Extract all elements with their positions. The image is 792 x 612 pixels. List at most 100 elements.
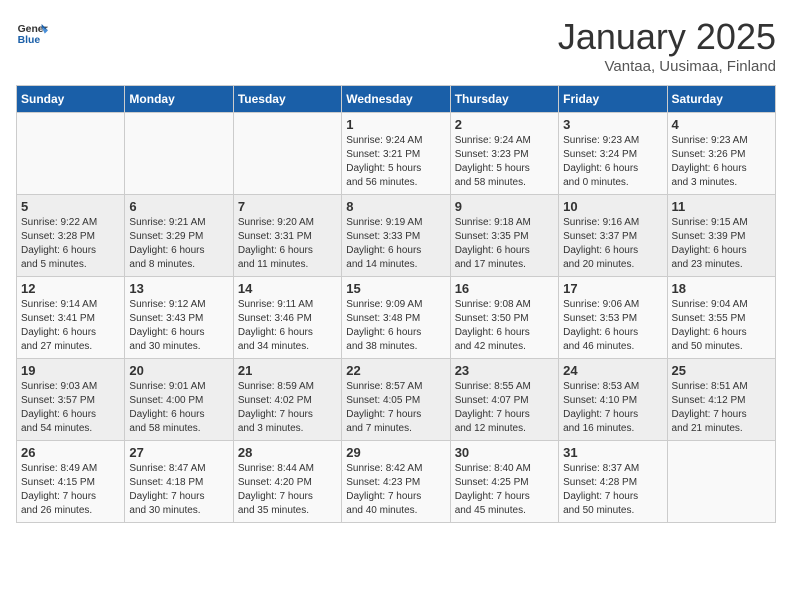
location-title: Vantaa, Uusimaa, Finland [558, 58, 776, 75]
day-number: 12 [21, 281, 120, 296]
calendar-cell: 20Sunrise: 9:01 AM Sunset: 4:00 PM Dayli… [125, 359, 233, 441]
day-number: 15 [346, 281, 445, 296]
day-info: Sunrise: 8:44 AM Sunset: 4:20 PM Dayligh… [238, 462, 337, 518]
calendar-cell: 3 Sunrise: 9:23 AM Sunset: 3:24 PM Daylig… [559, 113, 667, 195]
day-number: 30 [455, 445, 554, 460]
day-info: Sunrise: 9:01 AM Sunset: 4:00 PM Dayligh… [129, 380, 228, 436]
day-info: Sunrise: 8:49 AM Sunset: 4:15 PM Dayligh… [21, 462, 120, 518]
day-info: Sunrise: 9:06 AM Sunset: 3:53 PM Dayligh… [563, 298, 662, 354]
day-info: Sunrise: 9:23 AM Sunset: 3:26 PM Dayligh… [672, 134, 771, 190]
calendar-week-5: 26 Sunrise: 8:49 AM Sunset: 4:15 PM Dayli… [17, 441, 776, 523]
day-info: Sunrise: 9:21 AM Sunset: 3:29 PM Dayligh… [129, 216, 228, 272]
day-number: 13 [129, 281, 228, 296]
day-number: 11 [672, 199, 771, 214]
page-header: General Blue January 2025 Vantaa, Uusima… [16, 16, 776, 75]
day-number: 4 [672, 117, 771, 132]
calendar-cell [667, 441, 775, 523]
day-info: Sunrise: 9:22 AM Sunset: 3:28 PM Dayligh… [21, 216, 120, 272]
calendar-cell [17, 113, 125, 195]
calendar-cell: 11 Sunrise: 9:15 AM Sunset: 3:39 PM Dayli… [667, 195, 775, 277]
day-number: 18 [672, 281, 771, 296]
calendar-week-2: 5 Sunrise: 9:22 AM Sunset: 3:28 PM Daylig… [17, 195, 776, 277]
calendar-cell: 29Sunrise: 8:42 AM Sunset: 4:23 PM Dayli… [342, 441, 450, 523]
calendar-cell [233, 113, 341, 195]
day-info: Sunrise: 9:24 AM Sunset: 3:23 PM Dayligh… [455, 134, 554, 190]
calendar-cell: 13Sunrise: 9:12 AM Sunset: 3:43 PM Dayli… [125, 277, 233, 359]
day-number: 25 [672, 363, 771, 378]
day-number: 3 [563, 117, 662, 132]
day-number: 14 [238, 281, 337, 296]
day-number: 27 [129, 445, 228, 460]
day-number: 23 [455, 363, 554, 378]
day-number: 8 [346, 199, 445, 214]
calendar-cell: 16 Sunrise: 9:08 AM Sunset: 3:50 PM Dayli… [450, 277, 558, 359]
calendar-cell: 19Sunrise: 9:03 AM Sunset: 3:57 PM Dayli… [17, 359, 125, 441]
day-number: 26 [21, 445, 120, 460]
day-info: Sunrise: 9:18 AM Sunset: 3:35 PM Dayligh… [455, 216, 554, 272]
calendar-cell: 23 Sunrise: 8:55 AM Sunset: 4:07 PM Dayli… [450, 359, 558, 441]
day-number: 5 [21, 199, 120, 214]
calendar-week-4: 19Sunrise: 9:03 AM Sunset: 3:57 PM Dayli… [17, 359, 776, 441]
calendar-header: SundayMondayTuesdayWednesdayThursdayFrid… [17, 86, 776, 113]
calendar-cell: 17Sunrise: 9:06 AM Sunset: 3:53 PM Dayli… [559, 277, 667, 359]
calendar-cell: 28 Sunrise: 8:44 AM Sunset: 4:20 PM Dayli… [233, 441, 341, 523]
day-info: Sunrise: 9:20 AM Sunset: 3:31 PM Dayligh… [238, 216, 337, 272]
weekday-header-thursday: Thursday [450, 86, 558, 113]
weekday-header-friday: Friday [559, 86, 667, 113]
day-number: 1 [346, 117, 445, 132]
day-info: Sunrise: 8:40 AM Sunset: 4:25 PM Dayligh… [455, 462, 554, 518]
calendar-cell [125, 113, 233, 195]
day-info: Sunrise: 9:09 AM Sunset: 3:48 PM Dayligh… [346, 298, 445, 354]
svg-text:Blue: Blue [18, 35, 41, 46]
day-number: 9 [455, 199, 554, 214]
title-area: January 2025 Vantaa, Uusimaa, Finland [558, 16, 776, 75]
calendar-cell: 21 Sunrise: 8:59 AM Sunset: 4:02 PM Dayli… [233, 359, 341, 441]
day-info: Sunrise: 8:55 AM Sunset: 4:07 PM Dayligh… [455, 380, 554, 436]
weekday-header-tuesday: Tuesday [233, 86, 341, 113]
day-info: Sunrise: 9:14 AM Sunset: 3:41 PM Dayligh… [21, 298, 120, 354]
day-info: Sunrise: 9:11 AM Sunset: 3:46 PM Dayligh… [238, 298, 337, 354]
calendar-cell: 25Sunrise: 8:51 AM Sunset: 4:12 PM Dayli… [667, 359, 775, 441]
calendar-cell: 12 Sunrise: 9:14 AM Sunset: 3:41 PM Dayli… [17, 277, 125, 359]
day-info: Sunrise: 9:16 AM Sunset: 3:37 PM Dayligh… [563, 216, 662, 272]
day-info: Sunrise: 9:19 AM Sunset: 3:33 PM Dayligh… [346, 216, 445, 272]
calendar-cell: 30 Sunrise: 8:40 AM Sunset: 4:25 PM Dayli… [450, 441, 558, 523]
day-number: 28 [238, 445, 337, 460]
calendar-cell: 5 Sunrise: 9:22 AM Sunset: 3:28 PM Daylig… [17, 195, 125, 277]
calendar-cell: 14 Sunrise: 9:11 AM Sunset: 3:46 PM Dayli… [233, 277, 341, 359]
calendar-week-3: 12 Sunrise: 9:14 AM Sunset: 3:41 PM Dayli… [17, 277, 776, 359]
day-number: 24 [563, 363, 662, 378]
calendar-cell: 27 Sunrise: 8:47 AM Sunset: 4:18 PM Dayli… [125, 441, 233, 523]
day-info: Sunrise: 9:15 AM Sunset: 3:39 PM Dayligh… [672, 216, 771, 272]
day-number: 7 [238, 199, 337, 214]
calendar-cell: 26 Sunrise: 8:49 AM Sunset: 4:15 PM Dayli… [17, 441, 125, 523]
calendar-cell: 7 Sunrise: 9:20 AM Sunset: 3:31 PM Daylig… [233, 195, 341, 277]
day-info: Sunrise: 8:59 AM Sunset: 4:02 PM Dayligh… [238, 380, 337, 436]
day-number: 29 [346, 445, 445, 460]
logo: General Blue [16, 16, 48, 48]
day-number: 31 [563, 445, 662, 460]
month-title: January 2025 [558, 16, 776, 58]
day-info: Sunrise: 9:04 AM Sunset: 3:55 PM Dayligh… [672, 298, 771, 354]
calendar-week-1: 1 Sunrise: 9:24 AM Sunset: 3:21 PM Daylig… [17, 113, 776, 195]
calendar-cell: 24Sunrise: 8:53 AM Sunset: 4:10 PM Dayli… [559, 359, 667, 441]
weekday-header-sunday: Sunday [17, 86, 125, 113]
day-info: Sunrise: 9:08 AM Sunset: 3:50 PM Dayligh… [455, 298, 554, 354]
weekday-header-wednesday: Wednesday [342, 86, 450, 113]
calendar-cell: 22Sunrise: 8:57 AM Sunset: 4:05 PM Dayli… [342, 359, 450, 441]
calendar-body: 1 Sunrise: 9:24 AM Sunset: 3:21 PM Daylig… [17, 113, 776, 523]
day-number: 22 [346, 363, 445, 378]
day-number: 21 [238, 363, 337, 378]
calendar-table: SundayMondayTuesdayWednesdayThursdayFrid… [16, 85, 776, 523]
day-info: Sunrise: 9:03 AM Sunset: 3:57 PM Dayligh… [21, 380, 120, 436]
calendar-cell: 6Sunrise: 9:21 AM Sunset: 3:29 PM Daylig… [125, 195, 233, 277]
calendar-cell: 8 Sunrise: 9:19 AM Sunset: 3:33 PM Daylig… [342, 195, 450, 277]
day-info: Sunrise: 8:47 AM Sunset: 4:18 PM Dayligh… [129, 462, 228, 518]
weekday-header-saturday: Saturday [667, 86, 775, 113]
day-info: Sunrise: 9:23 AM Sunset: 3:24 PM Dayligh… [563, 134, 662, 190]
calendar-cell: 9 Sunrise: 9:18 AM Sunset: 3:35 PM Daylig… [450, 195, 558, 277]
day-number: 16 [455, 281, 554, 296]
day-number: 2 [455, 117, 554, 132]
day-info: Sunrise: 9:24 AM Sunset: 3:21 PM Dayligh… [346, 134, 445, 190]
day-info: Sunrise: 8:37 AM Sunset: 4:28 PM Dayligh… [563, 462, 662, 518]
